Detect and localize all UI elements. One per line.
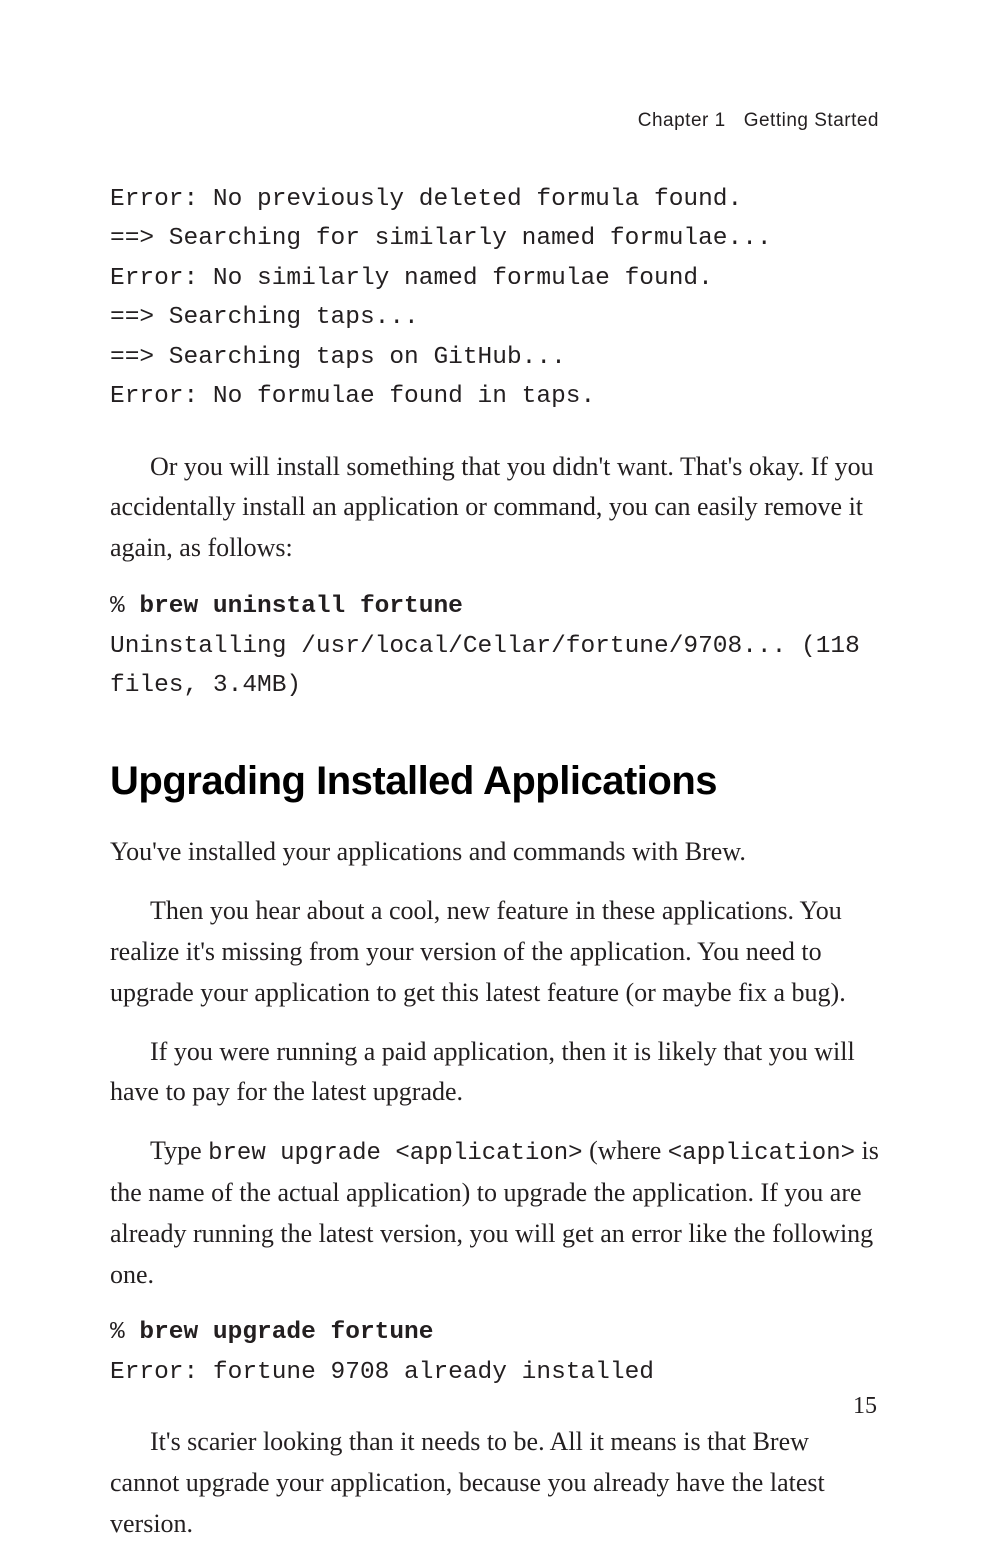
header-chapter: Chapter 1 (638, 110, 726, 131)
running-header: Chapter 1 Getting Started (110, 110, 879, 132)
code-line: ==> Searching taps on GitHub... (110, 344, 566, 371)
paragraph: It's scarier looking than it needs to be… (110, 1422, 879, 1544)
code-line: ==> Searching for similarly named formul… (110, 225, 772, 252)
inline-code: brew upgrade <application> (208, 1140, 582, 1167)
code-block-uninstall: % brew uninstall fortune Uninstalling /u… (110, 587, 879, 705)
inline-code: <application> (668, 1140, 855, 1167)
code-line: Error: No previously deleted formula fou… (110, 186, 742, 213)
text: (where (583, 1136, 668, 1165)
paragraph: Type brew upgrade <application> (where <… (110, 1131, 879, 1295)
paragraph: If you were running a paid application, … (110, 1032, 879, 1114)
code-block-search-error: Error: No previously deleted formula fou… (110, 180, 879, 417)
code-line: ==> Searching taps... (110, 304, 419, 331)
command: brew upgrade fortune (139, 1319, 433, 1346)
page-number: 15 (853, 1393, 877, 1420)
paragraph: Then you hear about a cool, new feature … (110, 891, 879, 1013)
output: Error: fortune 9708 already installed (110, 1359, 654, 1386)
paragraph: You've installed your applications and c… (110, 832, 879, 873)
code-block-upgrade: % brew upgrade fortune Error: fortune 97… (110, 1313, 879, 1392)
output: Uninstalling /usr/local/Cellar/fortune/9… (110, 633, 875, 699)
section-heading: Upgrading Installed Applications (110, 759, 879, 804)
prompt: % (110, 593, 139, 620)
header-title: Getting Started (744, 110, 879, 131)
text: Type (150, 1136, 208, 1165)
prompt: % (110, 1319, 139, 1346)
code-line: Error: No formulae found in taps. (110, 383, 595, 410)
paragraph: Or you will install something that you d… (110, 447, 879, 569)
command: brew uninstall fortune (139, 593, 462, 620)
code-line: Error: No similarly named formulae found… (110, 265, 713, 292)
page-container: Chapter 1 Getting Started Error: No previ… (0, 0, 989, 1500)
